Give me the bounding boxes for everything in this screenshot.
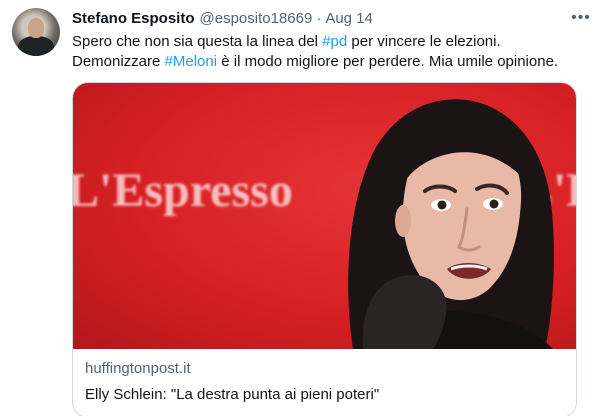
link-headline[interactable]: Elly Schlein: "La destra punta ai pieni … (85, 385, 564, 405)
tweet[interactable]: Stefano Esposito @esposito18669 · Aug 14… (0, 0, 610, 416)
link-preview-image[interactable]: L'Espresso L'E (73, 83, 576, 349)
avatar-body (18, 36, 54, 56)
link-domain: huffingtonpost.it (85, 360, 191, 377)
tweet-content: Stefano Esposito @esposito18669 · Aug 14… (72, 8, 592, 416)
image-brand-logo: L'Espresso (73, 164, 293, 217)
tweet-text: Spero che non sia questa la linea del #p… (72, 32, 572, 72)
hashtag-pd[interactable]: #pd (322, 33, 347, 50)
more-horizontal-icon[interactable]: ••• (570, 8, 592, 28)
person-photo (348, 99, 554, 349)
separator-dot: · (316, 9, 322, 27)
tweet-header: Stefano Esposito @esposito18669 · Aug 14… (72, 8, 592, 28)
tweet-text-line-1: Spero che non sia questa la linea del #p… (72, 33, 501, 50)
link-preview-footer[interactable]: huffingtonpost.it Elly Schlein: "La dest… (73, 349, 576, 416)
avatar-face (28, 18, 44, 38)
hashtag-meloni[interactable]: #Meloni (165, 53, 218, 70)
tweet-text-line-2: Demonizzare #Meloni è il modo migliore p… (72, 53, 559, 70)
author-handle[interactable]: @esposito18669 (200, 10, 313, 27)
avatar[interactable] (12, 8, 60, 56)
tweet-date[interactable]: Aug 14 (325, 10, 373, 27)
link-preview-card[interactable]: L'Espresso L'E (72, 82, 577, 416)
author-name[interactable]: Stefano Esposito (72, 10, 195, 27)
